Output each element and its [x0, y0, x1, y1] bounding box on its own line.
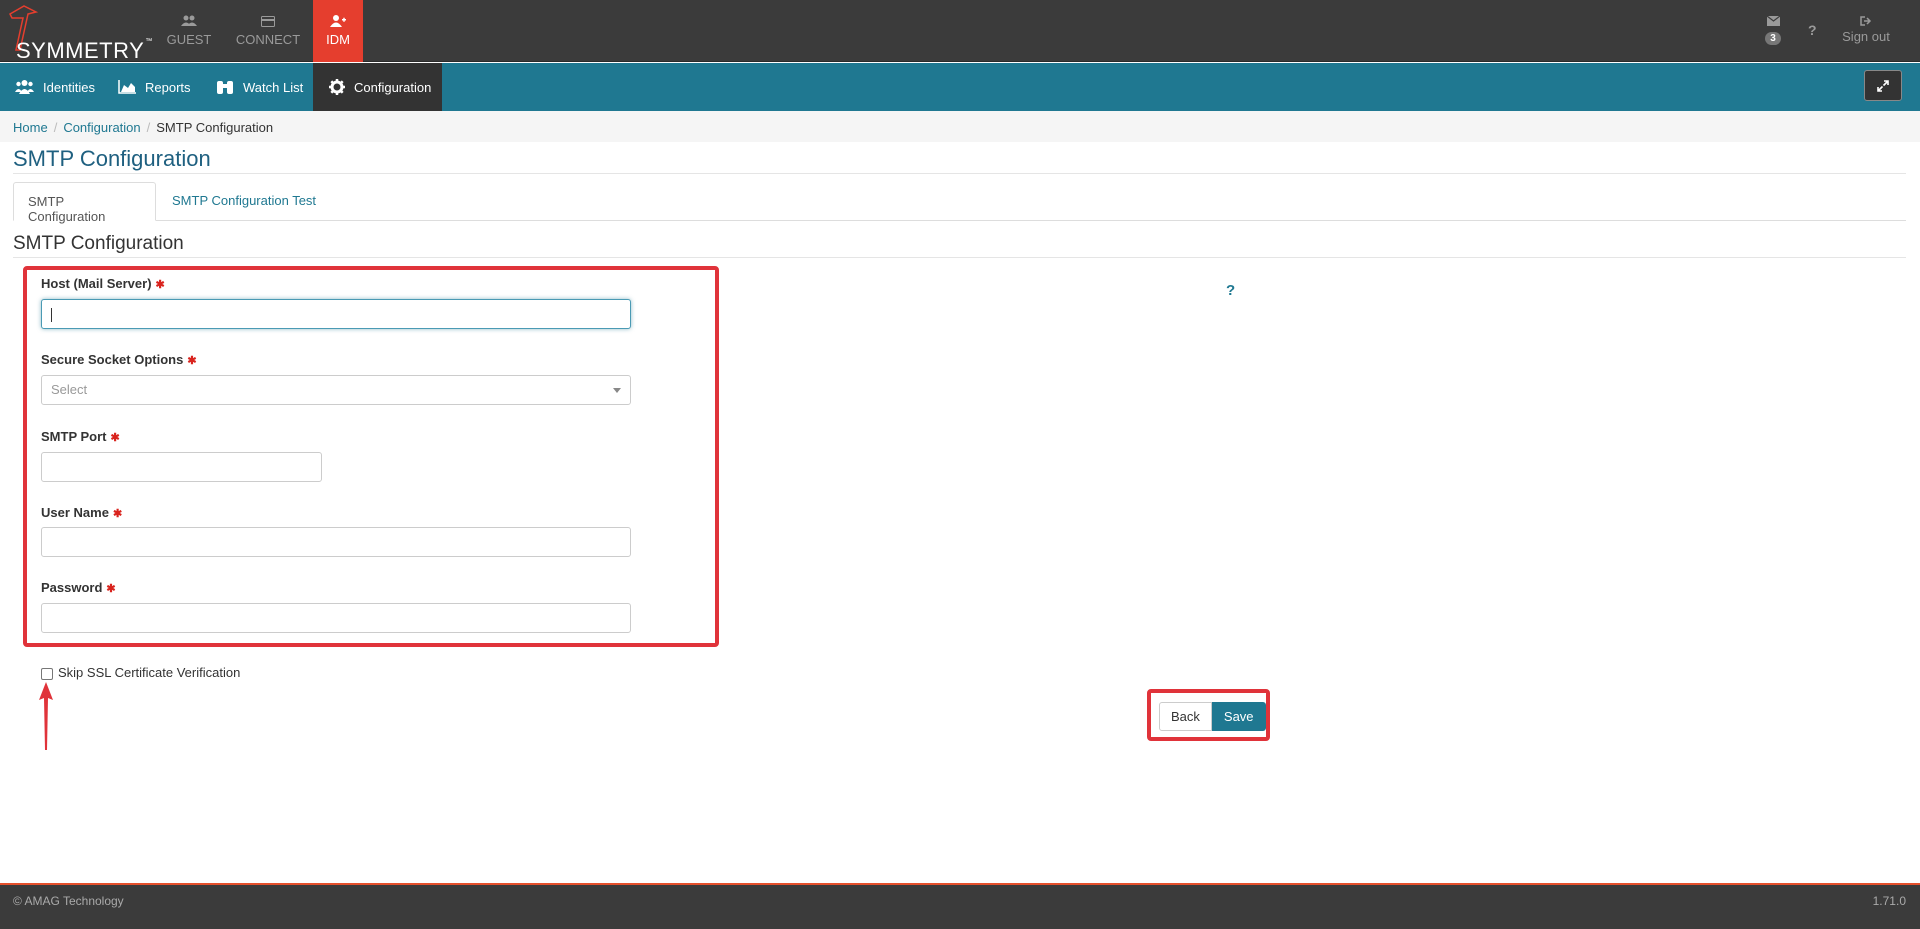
host-label: Host (Mail Server) ✱: [41, 276, 165, 291]
nav-label: Watch List: [243, 79, 304, 95]
port-label: SMTP Port ✱: [41, 429, 120, 444]
tab-smtp-configuration-test[interactable]: SMTP Configuration Test: [158, 182, 330, 221]
nav-label: Identities: [43, 79, 96, 95]
fullscreen-button[interactable]: [1864, 70, 1902, 101]
mail-button[interactable]: 3: [1760, 14, 1786, 45]
host-input[interactable]: [41, 299, 631, 329]
required-marker: ✱: [155, 279, 165, 291]
expand-icon: [1877, 79, 1889, 92]
breadcrumb-current: SMTP Configuration: [156, 120, 274, 135]
sign-out-label: Sign out: [1842, 29, 1890, 44]
gear-icon: [329, 79, 345, 95]
breadcrumb-configuration[interactable]: Configuration: [63, 120, 140, 135]
card-icon: [232, 15, 304, 29]
app-tab-label: CONNECT: [235, 32, 301, 47]
copyright: © AMAG Technology: [13, 894, 124, 908]
socket-label: Secure Socket Options ✱: [41, 352, 197, 367]
divider: [13, 257, 1906, 258]
save-button[interactable]: Save: [1211, 702, 1266, 731]
sign-out-icon: [1860, 16, 1872, 26]
app-tab-connect[interactable]: CONNECT: [232, 0, 304, 62]
nav-item-configuration[interactable]: Configuration: [313, 63, 442, 111]
text-cursor: [51, 307, 52, 322]
breadcrumb: Home / Configuration / SMTP Configuration: [0, 111, 1920, 142]
required-marker: ✱: [106, 583, 116, 595]
skip-ssl-checkbox[interactable]: [41, 668, 53, 680]
footer: © AMAG Technology 1.71.0: [0, 883, 1920, 929]
username-input[interactable]: [41, 527, 631, 557]
form-actions: Back Save: [1159, 702, 1266, 731]
nav-item-reports[interactable]: Reports: [118, 63, 191, 111]
version: 1.71.0: [1872, 894, 1906, 908]
binoculars-icon: [216, 79, 234, 95]
symmetry-logo[interactable]: SYMMETRY™: [6, 4, 152, 63]
section-title: SMTP Configuration: [13, 233, 184, 254]
users-icon: [163, 15, 215, 29]
smtp-port-input[interactable]: [41, 452, 322, 482]
username-label: User Name ✱: [41, 505, 123, 520]
breadcrumb-home[interactable]: Home: [13, 120, 48, 135]
logo-wordmark: SYMMETRY™: [16, 38, 153, 63]
sign-out-button[interactable]: Sign out: [1824, 14, 1908, 44]
nav-item-identities[interactable]: Identities: [15, 63, 95, 111]
help-icon[interactable]: ?: [1226, 282, 1235, 299]
nav-label: Configuration: [354, 79, 432, 95]
annotation-arrow: [39, 682, 53, 750]
app-tab-guest[interactable]: GUEST: [163, 0, 215, 62]
divider: [13, 173, 1906, 174]
help-button[interactable]: ?: [1808, 22, 1817, 38]
area-chart-icon: [118, 80, 136, 94]
app-tab-label: IDM: [326, 32, 350, 47]
secure-socket-select[interactable]: Select: [41, 375, 631, 405]
top-bar: SYMMETRY™ GUEST CONNECT IDM 3 ? Sign out: [0, 0, 1920, 63]
back-button[interactable]: Back: [1159, 702, 1212, 731]
skip-ssl-label: Skip SSL Certificate Verification: [58, 665, 241, 680]
page-title: SMTP Configuration: [13, 146, 211, 171]
envelope-icon: [1766, 15, 1780, 26]
app-tab-label: GUEST: [166, 32, 212, 47]
user-plus-icon: [313, 15, 363, 29]
select-placeholder: Select: [51, 382, 88, 397]
password-input[interactable]: [41, 603, 631, 633]
users-icon: [15, 80, 34, 94]
nav-label: Reports: [145, 79, 191, 95]
breadcrumb-separator: /: [53, 120, 58, 135]
tab-bar: SMTP Configuration SMTP Configuration Te…: [13, 182, 1906, 224]
breadcrumb-separator: /: [146, 120, 151, 135]
main-nav: Identities Reports Watch List Configurat…: [0, 63, 1920, 111]
nav-item-watch-list[interactable]: Watch List: [216, 63, 303, 111]
tab-smtp-configuration[interactable]: SMTP Configuration: [13, 182, 156, 224]
required-marker: ✱: [187, 355, 197, 367]
mail-count-badge: 3: [1765, 32, 1781, 45]
required-marker: ✱: [112, 508, 123, 520]
app-tab-idm[interactable]: IDM: [313, 0, 363, 62]
password-label: Password ✱: [41, 580, 116, 595]
required-marker: ✱: [110, 432, 120, 444]
caret-down-icon: [613, 388, 621, 393]
